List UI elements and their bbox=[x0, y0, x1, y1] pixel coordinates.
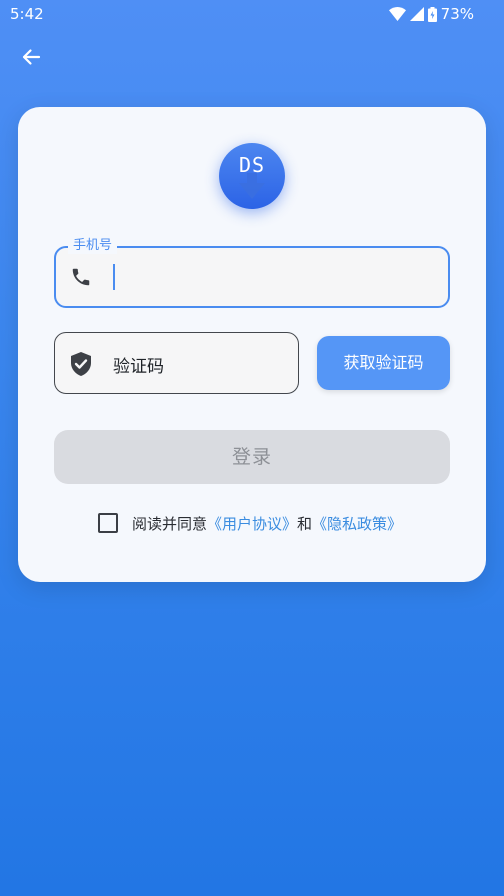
status-bar: 5:42 73% bbox=[0, 0, 504, 28]
phone-field-label: 手机号 bbox=[68, 238, 118, 254]
phone-icon bbox=[70, 266, 92, 292]
status-icons: 73% bbox=[388, 5, 474, 23]
battery-icon bbox=[427, 6, 437, 22]
arrow-left-icon bbox=[21, 47, 41, 71]
signal-icon bbox=[409, 7, 424, 21]
agreement-conjunction: 和 bbox=[297, 514, 313, 533]
get-code-button[interactable]: 获取验证码 bbox=[317, 336, 450, 390]
wifi-icon bbox=[388, 7, 406, 21]
code-placeholder: 验证码 bbox=[113, 357, 164, 377]
privacy-policy-link[interactable]: 《隐私政策》 bbox=[312, 513, 402, 534]
download-arrow-icon bbox=[239, 173, 265, 205]
login-card: DS 手机号 验证码 获取验证码 登录 阅读并同意 《用户协议》 和 《隐私政策… bbox=[18, 107, 486, 582]
status-time: 5:42 bbox=[10, 5, 44, 23]
text-cursor bbox=[113, 264, 115, 290]
login-button[interactable]: 登录 bbox=[54, 430, 450, 484]
agreement-row: 阅读并同意 《用户协议》 和 《隐私政策》 bbox=[98, 512, 402, 534]
phone-input[interactable]: 手机号 bbox=[54, 238, 450, 308]
shield-check-icon bbox=[69, 351, 93, 381]
battery-percent: 73% bbox=[440, 5, 474, 23]
agreement-checkbox[interactable] bbox=[98, 513, 118, 533]
verification-code-input[interactable]: 验证码 bbox=[54, 332, 299, 394]
agreement-prefix: 阅读并同意 bbox=[132, 514, 208, 533]
user-agreement-link[interactable]: 《用户协议》 bbox=[207, 513, 297, 534]
back-button[interactable] bbox=[14, 42, 48, 76]
app-logo: DS bbox=[219, 143, 285, 209]
